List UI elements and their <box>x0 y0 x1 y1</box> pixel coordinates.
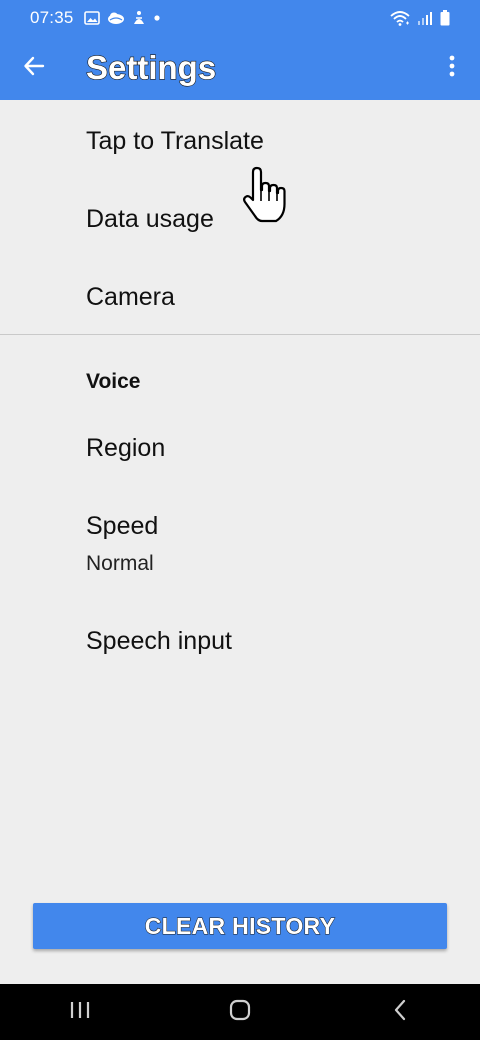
setting-item-speed[interactable]: Speed Normal <box>0 488 480 588</box>
setting-item-speech-input[interactable]: Speech input <box>0 600 480 678</box>
arrow-left-icon <box>23 55 45 82</box>
setting-title: Speed <box>86 512 159 540</box>
recent-apps-button[interactable] <box>40 984 120 1040</box>
home-icon <box>228 998 252 1027</box>
back-nav-icon <box>392 999 408 1026</box>
navigation-bar <box>0 984 480 1040</box>
setting-title: Tap to Translate <box>86 127 264 155</box>
setting-title: Region <box>86 434 166 462</box>
accessibility-icon <box>132 10 146 26</box>
setting-item-region[interactable]: Region <box>0 410 480 488</box>
setting-item-camera[interactable]: Camera <box>0 256 480 334</box>
setting-item-data-usage[interactable]: Data usage <box>0 178 480 256</box>
screen: 07:35 Settings Tap to Translate Data usa… <box>0 0 480 1040</box>
dot-icon <box>153 14 161 22</box>
status-left-icons <box>83 10 161 26</box>
more-vertical-icon <box>448 55 456 82</box>
section-header-voice: Voice <box>86 370 141 393</box>
setting-title: Speech input <box>86 627 232 655</box>
setting-title: Data usage <box>86 205 214 233</box>
status-bar: 07:35 <box>0 0 480 36</box>
battery-icon <box>440 10 450 26</box>
clear-history-button[interactable]: CLEAR HISTORY <box>33 903 447 949</box>
setting-title: Camera <box>86 283 175 311</box>
status-time: 07:35 <box>30 8 74 27</box>
recent-apps-icon <box>69 1000 91 1025</box>
setting-subtitle: Normal <box>86 552 154 575</box>
clear-history-label: CLEAR HISTORY <box>144 912 336 939</box>
page-title: Settings <box>85 48 217 86</box>
wifi-icon <box>390 10 410 26</box>
signal-icon <box>417 10 433 26</box>
overflow-menu-button[interactable] <box>432 46 472 90</box>
home-button[interactable] <box>200 984 280 1040</box>
back-nav-button[interactable] <box>360 984 440 1040</box>
status-right-icons <box>390 10 450 26</box>
section-divider <box>0 334 480 335</box>
app-bar: Settings <box>0 36 480 100</box>
image-icon <box>83 11 100 25</box>
setting-item-tap-to-translate[interactable]: Tap to Translate <box>0 100 480 178</box>
back-button[interactable] <box>12 46 56 90</box>
cloud-icon <box>107 11 125 25</box>
